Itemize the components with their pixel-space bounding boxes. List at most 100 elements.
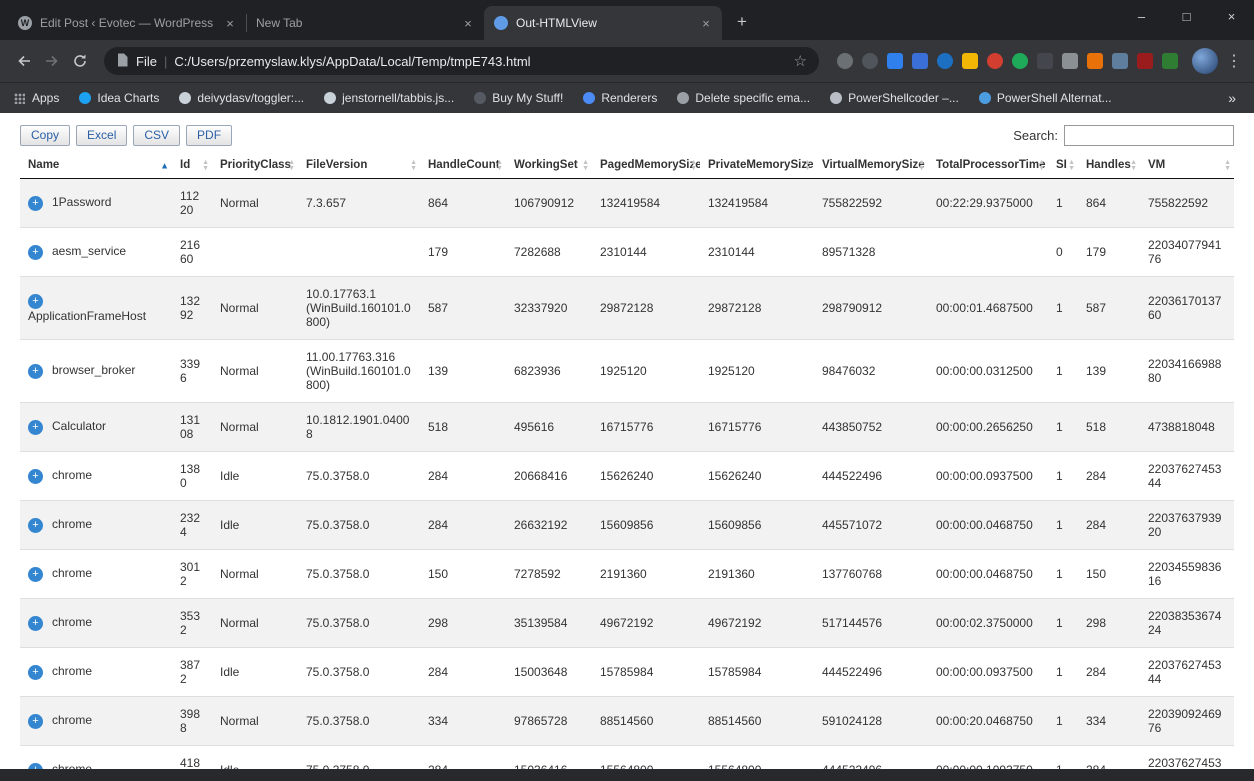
table-row[interactable]: +chrome3872Idle75.0.3758.028415003648157… — [20, 648, 1234, 697]
table-row[interactable]: +aesm_service216601797282688231014423101… — [20, 228, 1234, 277]
back-icon[interactable] — [10, 47, 38, 75]
column-header-vm[interactable]: VM▲▼ — [1140, 154, 1234, 179]
extension-8-icon[interactable] — [1012, 53, 1028, 69]
expand-row-icon[interactable]: + — [28, 518, 43, 533]
cell-vm: 755822592 — [1140, 179, 1234, 228]
extension-12-icon[interactable] — [1112, 53, 1128, 69]
copy-button[interactable]: Copy — [20, 125, 70, 146]
table-row[interactable]: +chrome3012Normal75.0.3758.0150727859221… — [20, 550, 1234, 599]
bookmark-favicon — [830, 92, 842, 104]
csv-button[interactable]: CSV — [133, 125, 180, 146]
expand-row-icon[interactable]: + — [28, 714, 43, 729]
extension-9-icon[interactable] — [1037, 53, 1053, 69]
cell-id: 3872 — [172, 648, 212, 697]
column-header-pagedmemorysize[interactable]: PagedMemorySize▲▼ — [592, 154, 700, 179]
extension-14-icon[interactable] — [1162, 53, 1178, 69]
extension-10-icon[interactable] — [1062, 53, 1078, 69]
address-bar[interactable]: File | C:/Users/przemyslaw.klys/AppData/… — [104, 47, 819, 75]
table-row[interactable]: +1Password11220Normal7.3.657864106790912… — [20, 179, 1234, 228]
bookmark-star-icon[interactable]: ☆ — [794, 52, 807, 70]
extension-6-icon[interactable] — [962, 53, 978, 69]
bookmark-item[interactable]: Delete specific ema... — [677, 91, 810, 105]
pdf-button[interactable]: PDF — [186, 125, 232, 146]
bookmark-item[interactable]: Renderers — [583, 91, 657, 105]
expand-row-icon[interactable]: + — [28, 364, 43, 379]
export-buttons: Copy Excel CSV PDF — [20, 125, 232, 146]
table-row[interactable]: +chrome1380Idle75.0.3758.028420668416156… — [20, 452, 1234, 501]
tab-close-icon[interactable]: × — [460, 15, 476, 31]
tab-close-icon[interactable]: × — [698, 15, 714, 31]
profile-avatar[interactable] — [1192, 48, 1218, 74]
apps-button[interactable]: Apps — [14, 91, 59, 105]
expand-row-icon[interactable]: + — [28, 567, 43, 582]
bookmark-item[interactable]: PowerShellcoder –... — [830, 91, 959, 105]
cell-virtualmemorysize: 443850752 — [814, 403, 928, 452]
extension-13-icon[interactable] — [1137, 53, 1153, 69]
forward-icon[interactable] — [38, 47, 66, 75]
minimize-button[interactable]: – — [1119, 0, 1164, 32]
window-controls: – □ × — [1119, 0, 1254, 32]
expand-row-icon[interactable]: + — [28, 420, 43, 435]
bookmarks-overflow-icon[interactable]: » — [1224, 90, 1240, 106]
column-header-si[interactable]: SI▲▼ — [1048, 154, 1078, 179]
column-header-virtualmemorysize[interactable]: VirtualMemorySize▲▼ — [814, 154, 928, 179]
process-name: chrome — [52, 664, 92, 678]
column-header-id[interactable]: Id▲▼ — [172, 154, 212, 179]
new-tab-button[interactable]: + — [728, 8, 756, 36]
maximize-button[interactable]: □ — [1164, 0, 1209, 32]
column-header-handlecount[interactable]: HandleCount▲▼ — [420, 154, 506, 179]
extension-4-icon[interactable] — [912, 53, 928, 69]
column-header-privatememorysize[interactable]: PrivateMemorySize▲▼ — [700, 154, 814, 179]
extension-2-icon[interactable] — [862, 53, 878, 69]
extension-1-icon[interactable] — [837, 53, 853, 69]
cell-pagedmemorysize: 132419584 — [592, 179, 700, 228]
extension-11-icon[interactable] — [1087, 53, 1103, 69]
reload-icon[interactable] — [66, 47, 94, 75]
cell-handles: 179 — [1078, 228, 1140, 277]
table-row[interactable]: +chrome3532Normal75.0.3758.0298351395844… — [20, 599, 1234, 648]
cell-fileversion: 7.3.657 — [298, 179, 420, 228]
table-row[interactable]: +chrome2324Idle75.0.3758.028426632192156… — [20, 501, 1234, 550]
expand-row-icon[interactable]: + — [28, 616, 43, 631]
expand-row-icon[interactable]: + — [28, 469, 43, 484]
tab-close-icon[interactable]: × — [222, 15, 238, 31]
table-row[interactable]: +chrome4184Idle75.0.3758.028415036416155… — [20, 746, 1234, 770]
cell-virtualmemorysize: 517144576 — [814, 599, 928, 648]
table-row[interactable]: +chrome3988Normal75.0.3758.0334978657288… — [20, 697, 1234, 746]
column-header-workingset[interactable]: WorkingSet▲▼ — [506, 154, 592, 179]
extension-5-icon[interactable] — [937, 53, 953, 69]
column-header-name[interactable]: Name▲ — [20, 154, 172, 179]
cell-fileversion — [298, 228, 420, 277]
column-header-handles[interactable]: Handles▲▼ — [1078, 154, 1140, 179]
bookmark-item[interactable]: jenstornell/tabbis.js... — [324, 91, 454, 105]
expand-row-icon[interactable]: + — [28, 763, 43, 769]
tab-1[interactable]: WEdit Post ‹ Evotec — WordPress× — [8, 6, 246, 40]
expand-row-icon[interactable]: + — [28, 294, 43, 309]
excel-button[interactable]: Excel — [76, 125, 127, 146]
tab-3[interactable]: Out-HTMLView× — [484, 6, 722, 40]
expand-row-icon[interactable]: + — [28, 665, 43, 680]
cell-handlecount: 284 — [420, 452, 506, 501]
table-row[interactable]: +browser_broker3396Normal11.00.17763.316… — [20, 340, 1234, 403]
bookmark-item[interactable]: deivydasv/toggler:... — [179, 91, 304, 105]
column-header-priorityclass[interactable]: PriorityClass▲▼ — [212, 154, 298, 179]
extension-3-icon[interactable] — [887, 53, 903, 69]
column-header-fileversion[interactable]: FileVersion▲▼ — [298, 154, 420, 179]
extension-7-icon[interactable] — [987, 53, 1003, 69]
bookmark-label: PowerShell Alternat... — [997, 91, 1112, 105]
column-header-totalprocessortime[interactable]: TotalProcessorTime▲▼ — [928, 154, 1048, 179]
close-button[interactable]: × — [1209, 0, 1254, 32]
cell-handlecount: 587 — [420, 277, 506, 340]
expand-row-icon[interactable]: + — [28, 245, 43, 260]
cell-id: 3012 — [172, 550, 212, 599]
table-row[interactable]: +Calculator13108Normal10.1812.1901.04008… — [20, 403, 1234, 452]
tab-2[interactable]: New Tab× — [246, 6, 484, 40]
sort-icon: ▲▼ — [202, 160, 209, 172]
bookmark-item[interactable]: Idea Charts — [79, 91, 159, 105]
bookmark-item[interactable]: PowerShell Alternat... — [979, 91, 1112, 105]
expand-row-icon[interactable]: + — [28, 196, 43, 211]
browser-menu-icon[interactable]: ⋮ — [1224, 51, 1244, 71]
bookmark-item[interactable]: Buy My Stuff! — [474, 91, 563, 105]
search-input[interactable] — [1064, 125, 1234, 146]
table-row[interactable]: +ApplicationFrameHost13292Normal10.0.177… — [20, 277, 1234, 340]
